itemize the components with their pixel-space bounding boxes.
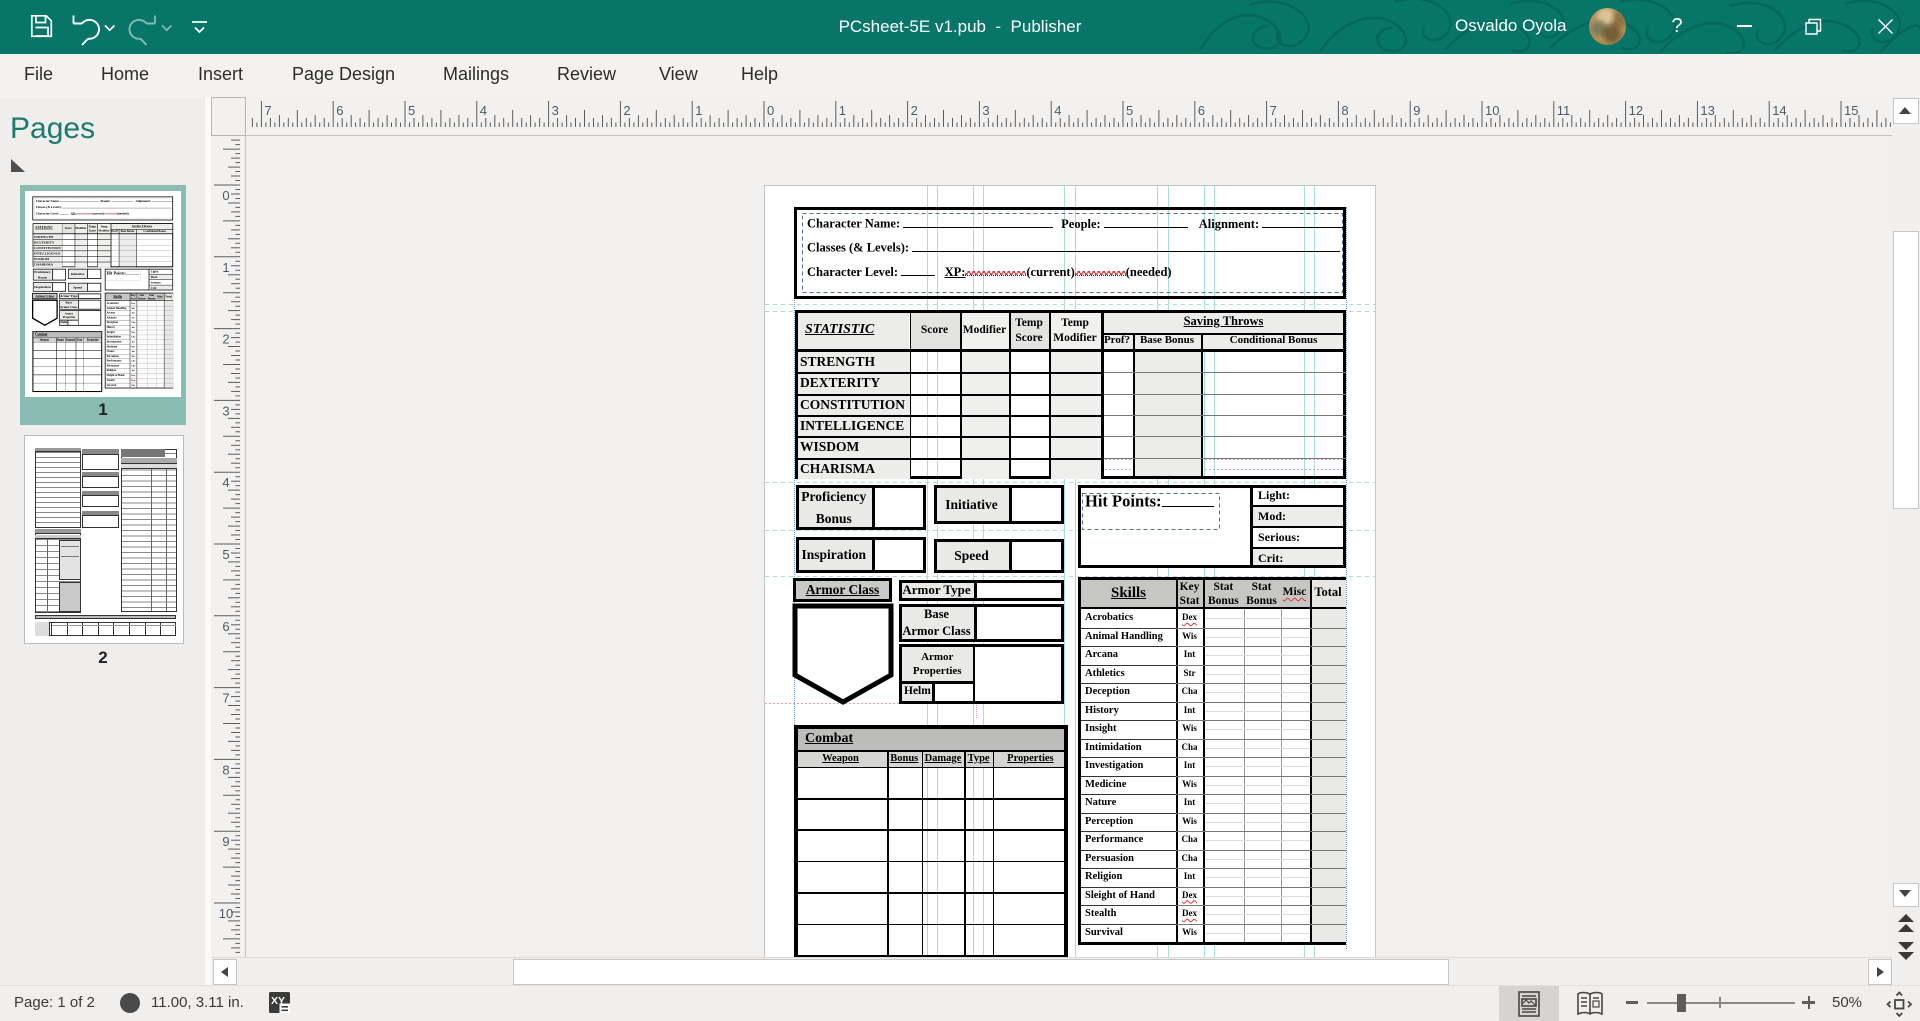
svg-text:6: 6 — [222, 619, 229, 634]
svg-text:9: 9 — [1413, 103, 1420, 118]
svg-text:3: 3 — [222, 403, 229, 418]
svg-text:4: 4 — [222, 475, 229, 490]
svg-text:5: 5 — [1126, 103, 1133, 118]
svg-text:4: 4 — [480, 103, 487, 118]
svg-text:7: 7 — [222, 691, 229, 706]
svg-text:12: 12 — [1629, 103, 1643, 118]
svg-text:4: 4 — [1054, 103, 1061, 118]
svg-text:9: 9 — [222, 834, 229, 849]
svg-text:1: 1 — [695, 103, 702, 118]
svg-text:8: 8 — [1341, 103, 1348, 118]
svg-text:0: 0 — [222, 188, 229, 203]
svg-text:0: 0 — [767, 103, 774, 118]
svg-text:13: 13 — [1700, 103, 1714, 118]
svg-text:1: 1 — [839, 103, 846, 118]
svg-text:3: 3 — [982, 103, 989, 118]
svg-text:10: 10 — [219, 906, 233, 921]
svg-text:11: 11 — [1557, 103, 1571, 118]
svg-text:5: 5 — [408, 103, 415, 118]
svg-text:3: 3 — [552, 103, 559, 118]
svg-text:2: 2 — [623, 103, 630, 118]
svg-text:14: 14 — [1772, 103, 1786, 118]
svg-text:7: 7 — [264, 103, 271, 118]
svg-text:2: 2 — [911, 103, 918, 118]
svg-text:10: 10 — [1485, 103, 1499, 118]
svg-text:8: 8 — [222, 762, 229, 777]
svg-text:2: 2 — [222, 332, 229, 347]
svg-text:6: 6 — [1198, 103, 1205, 118]
svg-text:7: 7 — [1270, 103, 1277, 118]
svg-text:6: 6 — [336, 103, 343, 118]
svg-text:15: 15 — [1844, 103, 1858, 118]
svg-text:1: 1 — [222, 260, 229, 275]
svg-text:5: 5 — [222, 547, 229, 562]
